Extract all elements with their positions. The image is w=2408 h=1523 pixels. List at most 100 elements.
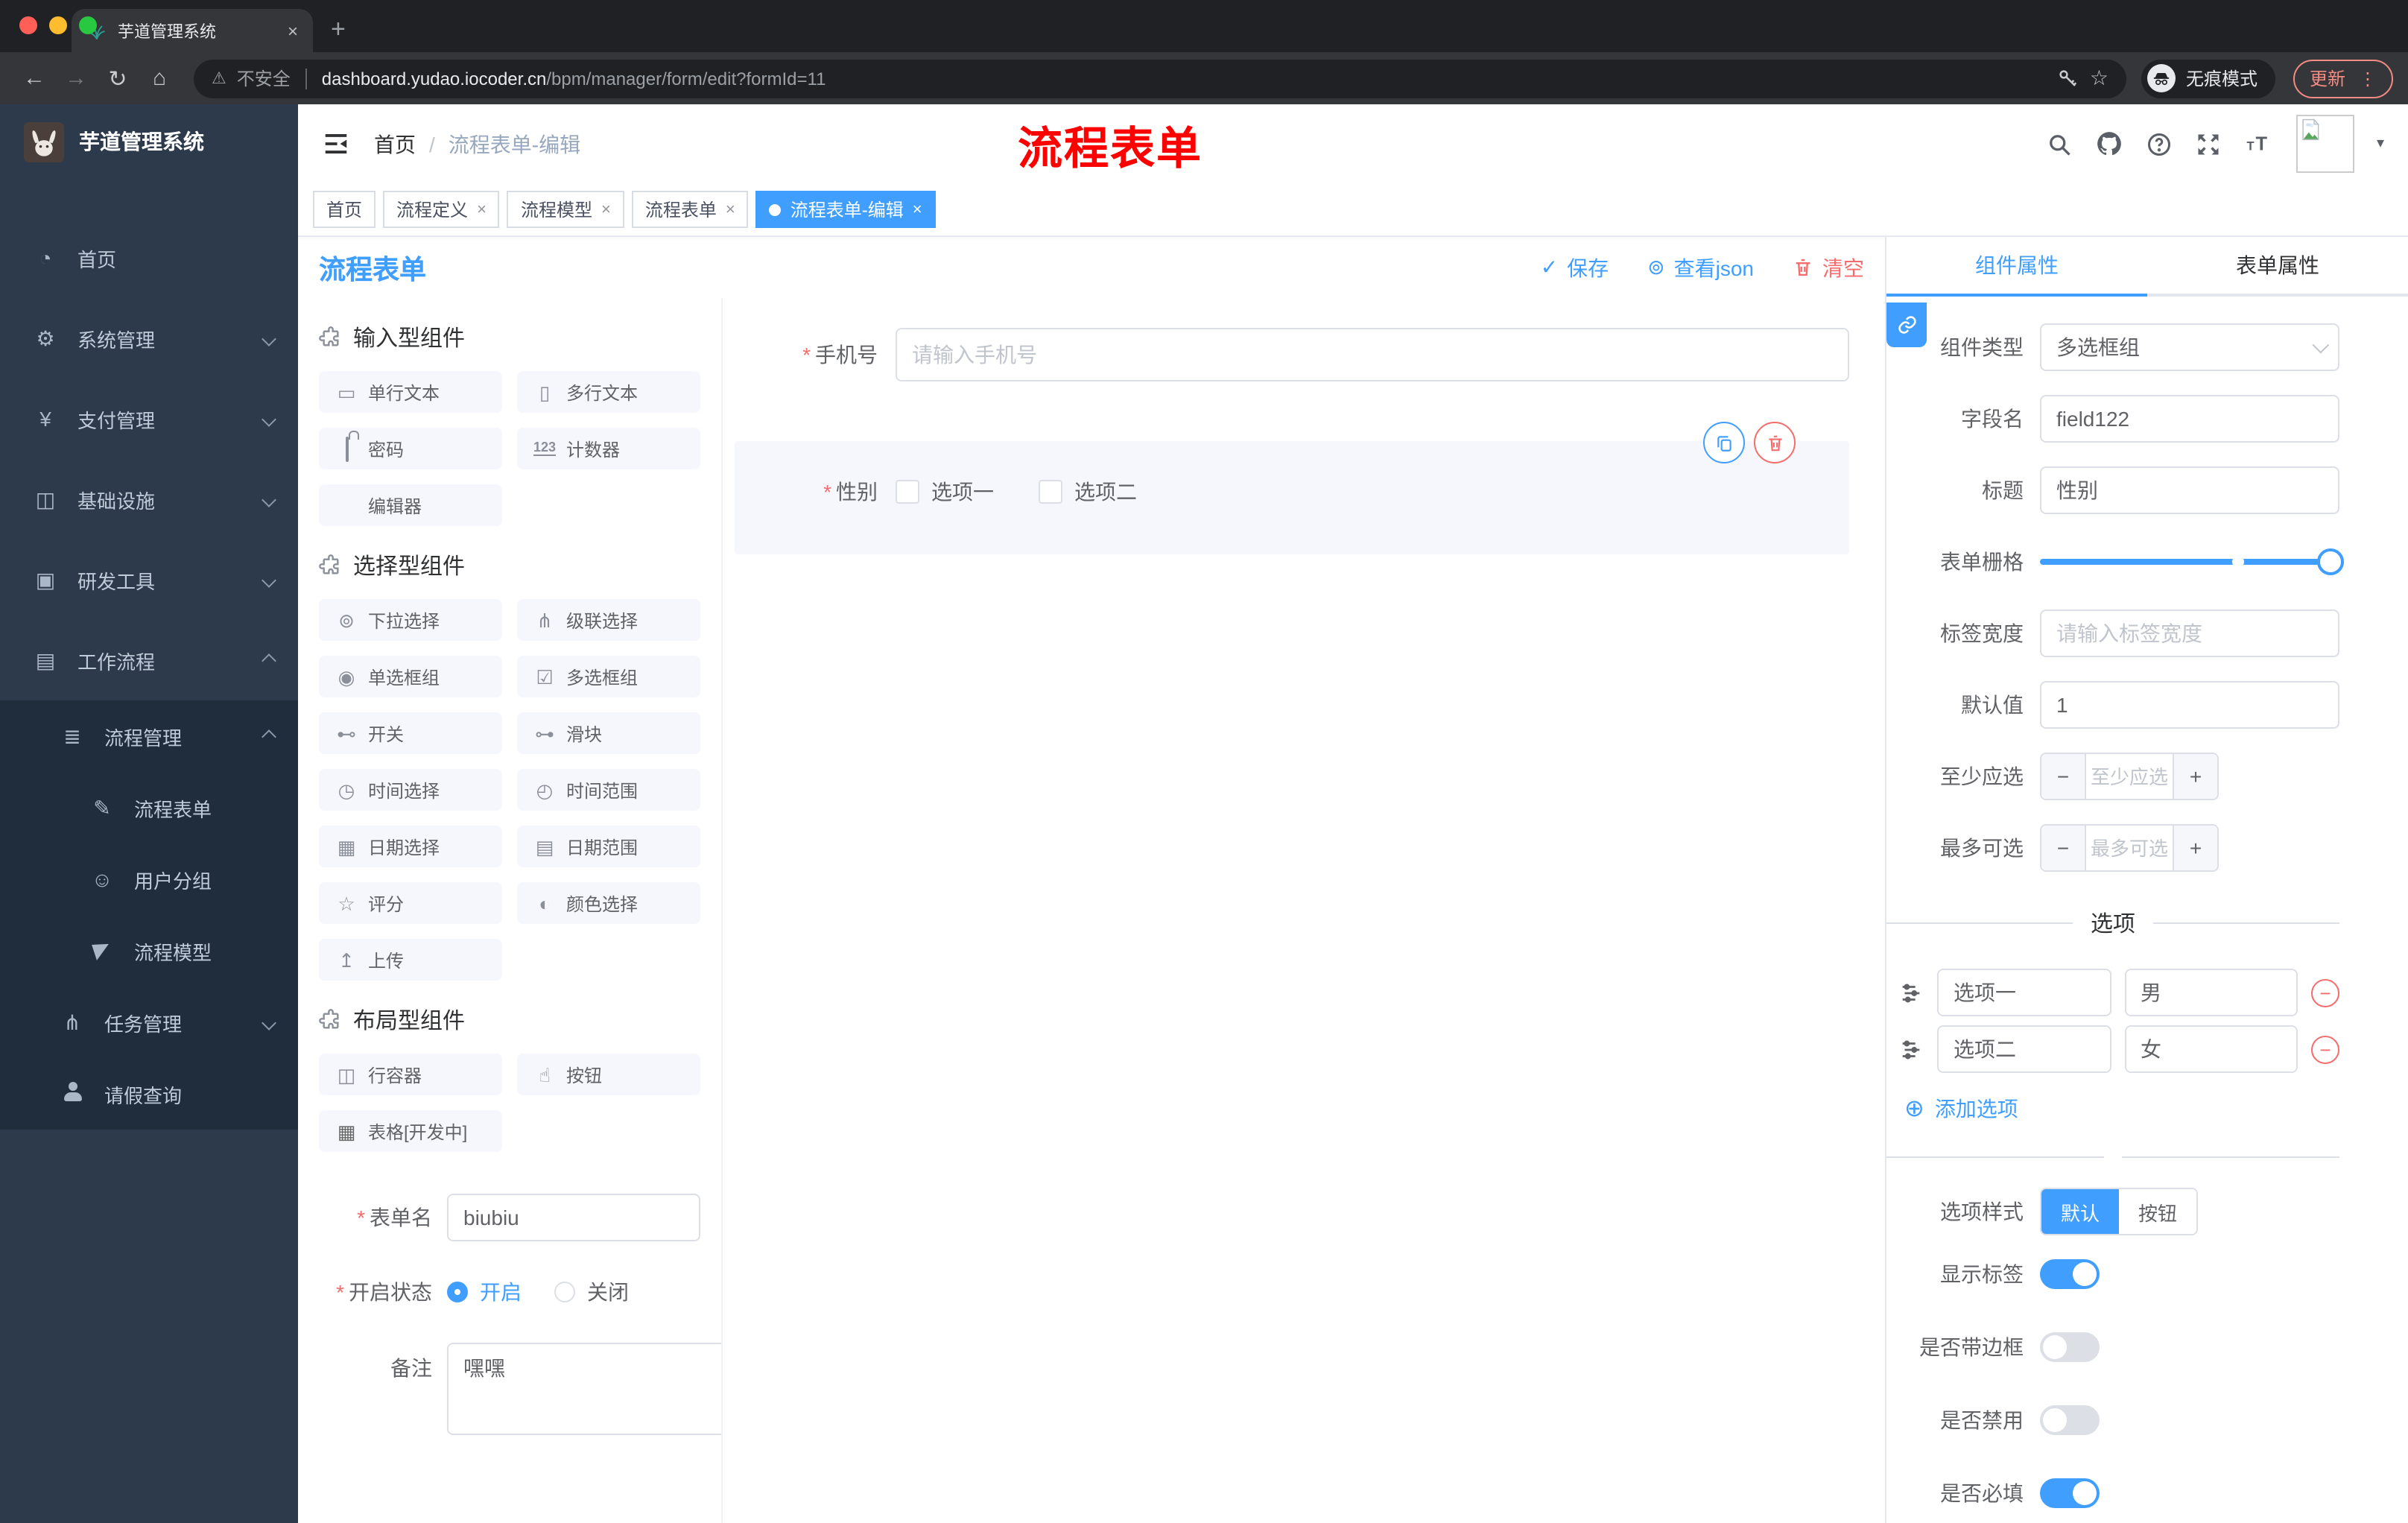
component-type-select[interactable] <box>2040 323 2339 371</box>
security-label[interactable]: 不安全 <box>237 66 291 91</box>
palette-item-select[interactable]: ⊚ 下拉选择 <box>319 599 502 641</box>
form-name-input[interactable] <box>447 1194 700 1241</box>
palette-item-checkbox-group[interactable]: ☑ 多选框组 <box>517 656 700 697</box>
font-size-icon[interactable]: TT <box>2244 130 2274 157</box>
tag-close-icon[interactable]: × <box>913 200 922 218</box>
palette-item-counter[interactable]: 123 计数器 <box>517 428 700 469</box>
tab-component-props[interactable]: 组件属性 <box>1886 237 2147 297</box>
bookmark-star-icon[interactable]: ☆ <box>2090 66 2108 91</box>
form-grid-slider[interactable] <box>2040 548 2344 575</box>
sidebar-item-task-management[interactable]: ⋔ 任务管理 <box>0 987 298 1058</box>
checkbox-icon[interactable] <box>1039 480 1062 504</box>
browser-tab[interactable]: 芋道管理系统 × <box>72 9 313 52</box>
reload-icon[interactable]: ↻ <box>98 65 137 92</box>
palette-item-time-range[interactable]: ◴ 时间范围 <box>517 769 700 811</box>
max-select-stepper[interactable]: − + <box>2040 824 2219 872</box>
gender-option-1[interactable]: 选项一 <box>896 477 994 507</box>
search-icon[interactable] <box>2046 130 2073 157</box>
delete-component-button[interactable] <box>1754 422 1796 463</box>
password-key-icon[interactable] <box>2057 67 2079 89</box>
min-select-stepper[interactable]: − + <box>2040 753 2219 800</box>
sidebar-item-system[interactable]: ⚙ 系统管理 <box>0 298 298 379</box>
tag-close-icon[interactable]: × <box>477 200 487 218</box>
option-name-input[interactable] <box>1937 969 2111 1016</box>
palette-item-time-picker[interactable]: ◷ 时间选择 <box>319 769 502 811</box>
zoom-window-button[interactable] <box>79 16 97 34</box>
with-border-toggle[interactable] <box>2040 1332 2100 1362</box>
style-button-button[interactable]: 按钮 <box>2119 1189 2196 1234</box>
sidebar-item-payment[interactable]: ¥ 支付管理 <box>0 379 298 459</box>
palette-item-table[interactable]: ▦ 表格[开发中] <box>319 1110 502 1152</box>
canvas-field-gender-selected[interactable]: 性别 选项一 选项二 <box>735 422 1849 554</box>
sidebar-item-devtools[interactable]: ▣ 研发工具 <box>0 539 298 620</box>
palette-item-multi-text[interactable]: ▯ 多行文本 <box>517 371 700 413</box>
phone-field-input[interactable] <box>896 328 1849 381</box>
sidebar-item-workflow[interactable]: ▤ 工作流程 <box>0 620 298 700</box>
palette-item-date-range[interactable]: ▤ 日期范围 <box>517 826 700 867</box>
forward-icon[interactable]: → <box>57 66 95 91</box>
palette-item-row-container[interactable]: ◫ 行容器 <box>319 1054 502 1095</box>
palette-item-date-picker[interactable]: ▦ 日期选择 <box>319 826 502 867</box>
status-off-radio[interactable] <box>554 1282 575 1302</box>
back-icon[interactable]: ← <box>15 66 54 91</box>
sidebar-item-home[interactable]: ◔ 首页 <box>0 218 298 298</box>
browser-menu-icon[interactable]: ⋮ <box>2359 68 2377 89</box>
fullscreen-icon[interactable] <box>2195 130 2222 157</box>
increase-icon[interactable]: + <box>2174 754 2217 799</box>
update-button[interactable]: 更新 ⋮ <box>2293 59 2393 98</box>
palette-item-radio-group[interactable]: ◉ 单选框组 <box>319 656 502 697</box>
palette-item-single-text[interactable]: ▭ 单行文本 <box>319 371 502 413</box>
minimize-window-button[interactable] <box>49 16 67 34</box>
url-bar[interactable]: ⚠ 不安全 dashboard.yudao.iocoder.cn/bpm/man… <box>194 59 2126 98</box>
avatar-caret-icon[interactable]: ▾ <box>2377 136 2384 152</box>
breadcrumb-home[interactable]: 首页 <box>374 129 416 159</box>
close-window-button[interactable] <box>19 16 37 34</box>
remove-option-button[interactable]: − <box>2311 978 2339 1007</box>
drag-handle-icon[interactable] <box>1898 980 1924 1005</box>
style-default-button[interactable]: 默认 <box>2041 1189 2119 1234</box>
tag-process-form-edit[interactable]: 流程表单-编辑 × <box>755 191 936 228</box>
new-tab-button[interactable]: + <box>331 16 346 42</box>
option-value-input[interactable] <box>2124 969 2298 1016</box>
sidebar-item-leave-query[interactable]: 请假查询 <box>0 1058 298 1130</box>
view-json-button[interactable]: ⊚ 查看json <box>1647 253 1754 282</box>
component-type-value[interactable] <box>2040 323 2339 371</box>
palette-item-switch[interactable]: ⊷ 开关 <box>319 712 502 754</box>
required-toggle[interactable] <box>2040 1478 2100 1508</box>
sidebar-item-infrastructure[interactable]: ◫ 基础设施 <box>0 459 298 539</box>
decrease-icon[interactable]: − <box>2041 754 2085 799</box>
show-label-toggle[interactable] <box>2040 1259 2100 1289</box>
label-width-input[interactable] <box>2040 609 2339 657</box>
drag-handle-icon[interactable] <box>1898 1036 1924 1062</box>
status-on-radio[interactable] <box>447 1282 468 1302</box>
save-button[interactable]: ✓ 保存 <box>1541 253 1609 282</box>
copy-component-button[interactable] <box>1703 422 1745 463</box>
palette-item-password[interactable]: 密码 <box>319 428 502 469</box>
tab-close-icon[interactable]: × <box>288 20 298 41</box>
clear-button[interactable]: 清空 <box>1793 253 1864 282</box>
palette-item-color-picker[interactable]: ◐ 颜色选择 <box>517 882 700 924</box>
tag-close-icon[interactable]: × <box>726 200 735 218</box>
remove-option-button[interactable]: − <box>2311 1035 2339 1063</box>
palette-item-rate[interactable]: ☆ 评分 <box>319 882 502 924</box>
status-on-label[interactable]: 开启 <box>480 1277 522 1307</box>
tag-home[interactable]: 首页 <box>313 191 376 228</box>
link-tab-button[interactable] <box>1886 303 1927 347</box>
avatar[interactable] <box>2295 115 2354 173</box>
menu-fold-icon[interactable] <box>322 130 350 158</box>
field-name-input[interactable] <box>2040 395 2339 443</box>
option-value-input[interactable] <box>2124 1025 2298 1073</box>
window-controls[interactable] <box>19 16 97 34</box>
sidebar-item-process-form[interactable]: ✎ 流程表单 <box>0 772 298 843</box>
palette-item-slider[interactable]: ⊶ 滑块 <box>517 712 700 754</box>
palette-item-button[interactable]: ☝ 按钮 <box>517 1054 700 1095</box>
default-value-input[interactable] <box>2040 681 2339 729</box>
max-select-input[interactable] <box>2085 826 2174 870</box>
help-icon[interactable] <box>2146 130 2173 157</box>
status-off-label[interactable]: 关闭 <box>587 1277 629 1307</box>
palette-item-cascader[interactable]: ⋔ 级联选择 <box>517 599 700 641</box>
form-remark-textarea[interactable]: 嘿嘿 <box>447 1343 721 1435</box>
canvas-field-phone[interactable]: 手机号 <box>735 328 1849 381</box>
option-name-input[interactable] <box>1937 1025 2111 1073</box>
sidebar-item-process-management[interactable]: ≣ 流程管理 <box>0 700 298 772</box>
